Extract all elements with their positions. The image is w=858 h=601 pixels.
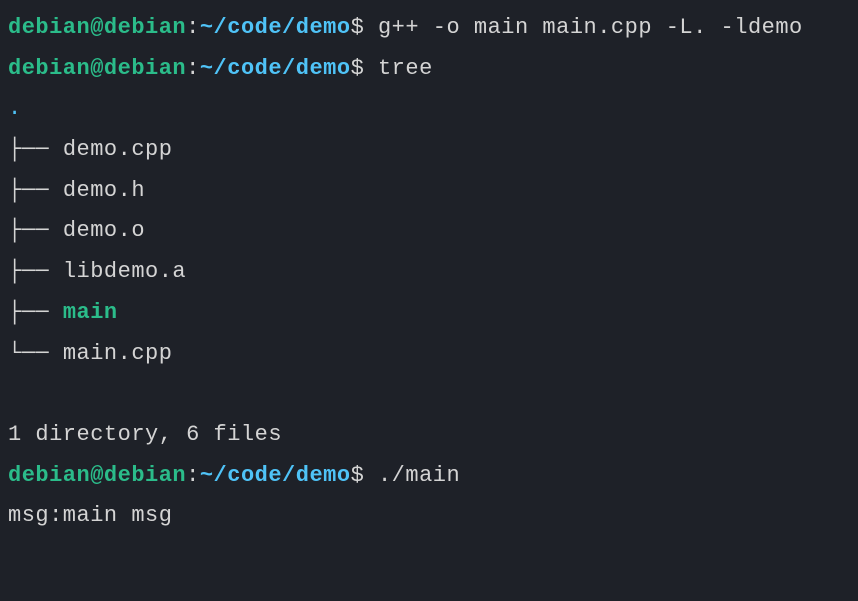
prompt-path: ~/code/demo — [200, 463, 351, 488]
tree-filename-executable: main — [63, 300, 118, 325]
command-1: g++ -o main main.cpp -L. -ldemo — [378, 15, 803, 40]
tree-branch-icon: └── — [8, 341, 63, 366]
prompt-dollar: $ — [351, 15, 365, 40]
tree-file-2: ├── demo.h — [8, 171, 850, 212]
command-3: ./main — [378, 463, 460, 488]
tree-file-1: ├── demo.cpp — [8, 130, 850, 171]
tree-filename: demo.h — [63, 178, 145, 203]
terminal-line-2: debian@debian:~/code/demo$ tree — [8, 49, 850, 90]
tree-branch-icon: ├── — [8, 259, 63, 284]
prompt-path: ~/code/demo — [200, 56, 351, 81]
prompt-user-host: debian@debian — [8, 463, 186, 488]
tree-root: . — [8, 89, 850, 130]
prompt-user-host: debian@debian — [8, 56, 186, 81]
tree-filename: main.cpp — [63, 341, 173, 366]
tree-branch-icon: ├── — [8, 300, 63, 325]
prompt-dollar: $ — [351, 463, 365, 488]
prompt-colon: : — [186, 56, 200, 81]
tree-branch-icon: ├── — [8, 137, 63, 162]
prompt-colon: : — [186, 463, 200, 488]
tree-file-5: ├── main — [8, 293, 850, 334]
tree-branch-icon: ├── — [8, 218, 63, 243]
tree-file-6: └── main.cpp — [8, 334, 850, 375]
terminal-line-3: debian@debian:~/code/demo$ ./main — [8, 456, 850, 497]
command-text — [364, 15, 378, 40]
prompt-colon: : — [186, 15, 200, 40]
tree-filename: demo.o — [63, 218, 145, 243]
tree-summary: 1 directory, 6 files — [8, 415, 850, 456]
tree-blank — [8, 374, 850, 415]
tree-file-3: ├── demo.o — [8, 211, 850, 252]
tree-filename: demo.cpp — [63, 137, 173, 162]
command-text — [364, 56, 378, 81]
tree-root-dot: . — [8, 96, 22, 121]
program-output: msg:main msg — [8, 496, 850, 537]
prompt-path: ~/code/demo — [200, 15, 351, 40]
tree-branch-icon: ├── — [8, 178, 63, 203]
terminal-line-1: debian@debian:~/code/demo$ g++ -o main m… — [8, 8, 850, 49]
tree-file-4: ├── libdemo.a — [8, 252, 850, 293]
tree-summary-text: 1 directory, 6 files — [8, 422, 282, 447]
prompt-dollar: $ — [351, 56, 365, 81]
prompt-user-host: debian@debian — [8, 15, 186, 40]
command-2: tree — [378, 56, 433, 81]
command-text — [364, 463, 378, 488]
tree-filename: libdemo.a — [63, 259, 186, 284]
program-output-text: msg:main msg — [8, 503, 172, 528]
